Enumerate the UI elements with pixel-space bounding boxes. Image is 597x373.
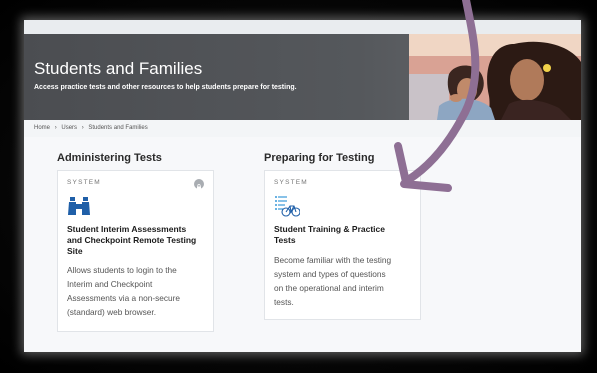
annotation-arrow-icon — [394, 0, 480, 192]
